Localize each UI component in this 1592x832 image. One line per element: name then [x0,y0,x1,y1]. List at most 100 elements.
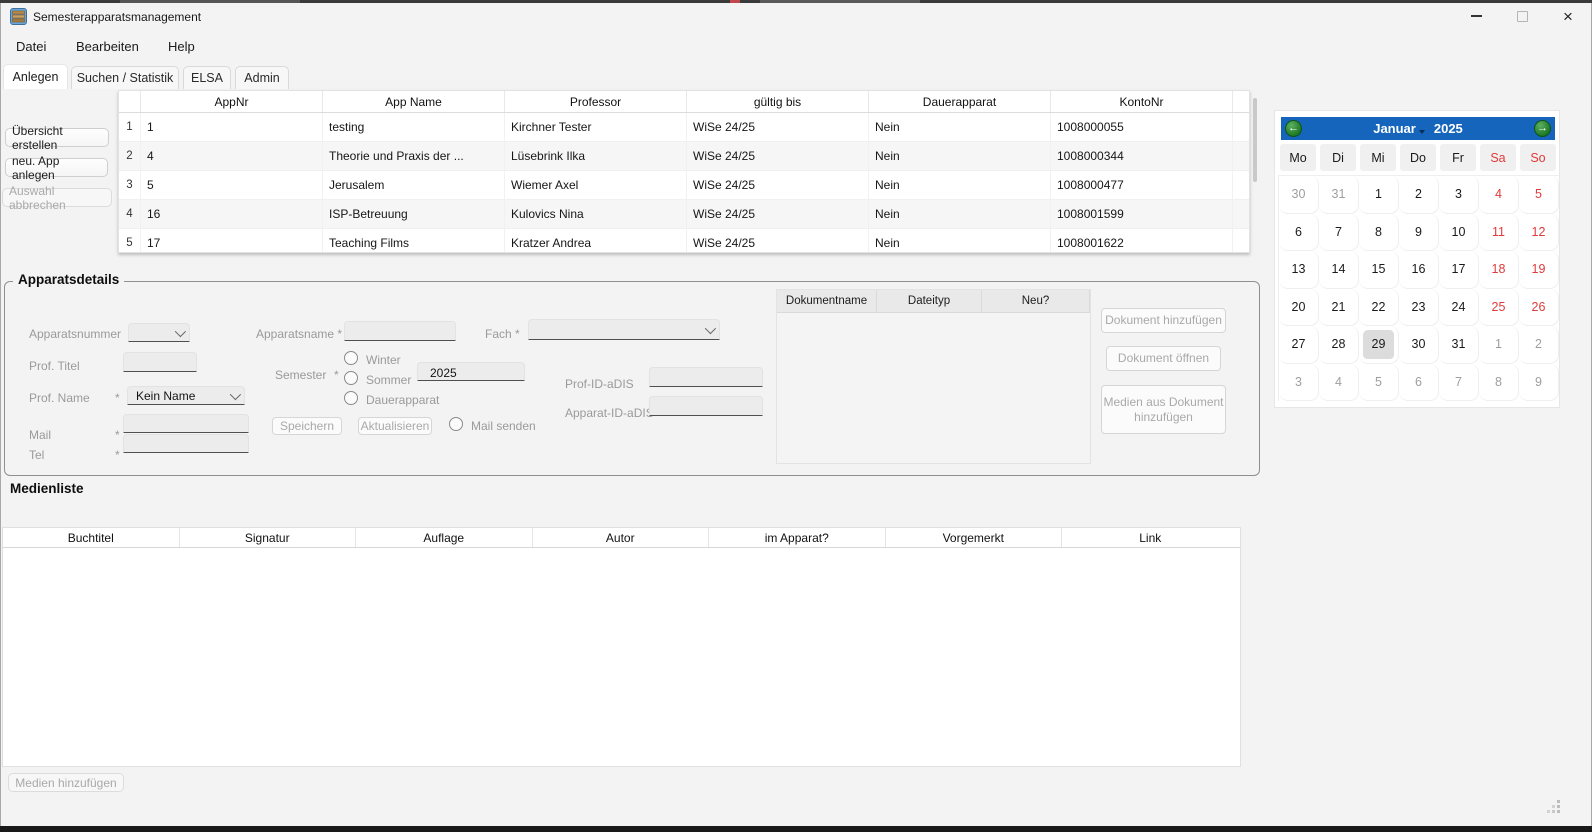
calendar-date[interactable]: 25 [1479,289,1519,327]
medien-aus-dokument-button[interactable]: Medien aus Dokument hinzufügen [1101,385,1226,434]
calendar-date[interactable]: 7 [1319,214,1359,252]
calendar-date[interactable]: 15 [1359,251,1399,289]
calendar-date[interactable]: 18 [1479,251,1519,289]
tab-anlegen[interactable]: Anlegen [3,64,68,89]
doc-column-header-neu[interactable]: Neu? [982,290,1090,313]
medien-column-header-link[interactable]: Link [1062,528,1239,547]
tab-admin[interactable]: Admin [235,66,289,89]
calendar-date[interactable]: 1 [1479,326,1519,364]
uebersicht-erstellen-button[interactable]: Übersicht erstellen [5,128,109,147]
calendar-date[interactable]: 23 [1399,289,1439,327]
table-row[interactable]: 11testingKirchner TesterWiSe 24/25Nein10… [119,113,1249,142]
calendar-date[interactable]: 10 [1439,214,1479,252]
speichern-button[interactable]: Speichern [272,417,342,435]
calendar-date[interactable]: 2 [1519,326,1559,364]
column-header-gültig-bis[interactable]: gültig bis [687,91,869,112]
calendar-date[interactable]: 27 [1279,326,1319,364]
calendar-date[interactable]: 30 [1279,176,1319,214]
calendar-date[interactable]: 6 [1399,364,1439,402]
calendar-date[interactable]: 12 [1519,214,1559,252]
calendar-date[interactable]: 26 [1519,289,1559,327]
mail-field[interactable] [123,414,249,433]
column-header-kontonr[interactable]: KontoNr [1051,91,1233,112]
table-row[interactable]: 517Teaching FilmsKratzer AndreaWiSe 24/2… [119,229,1249,253]
medien-hinzufuegen-button[interactable]: Medien hinzufügen [8,773,124,792]
table-row[interactable]: 416ISP-BetreuungKulovics NinaWiSe 24/25N… [119,200,1249,229]
calendar-date[interactable]: 9 [1519,364,1559,402]
calendar-date[interactable]: 31 [1439,326,1479,364]
calendar-date[interactable]: 3 [1439,176,1479,214]
tel-field[interactable] [123,434,249,453]
calendar-date[interactable]: 20 [1279,289,1319,327]
calendar-date[interactable]: 1 [1359,176,1399,214]
calendar-date[interactable]: 30 [1399,326,1439,364]
maximize-button[interactable] [1500,2,1544,30]
calendar-date[interactable]: 28 [1319,326,1359,364]
tab-elsa[interactable]: ELSA [183,66,231,89]
calendar-date[interactable]: 13 [1279,251,1319,289]
apparat-id-adis-field[interactable] [649,396,763,416]
medien-column-header-im-apparat[interactable]: im Apparat? [709,528,886,547]
calendar-date[interactable]: 21 [1319,289,1359,327]
calendar-date[interactable]: 3 [1279,364,1319,402]
column-header-professor[interactable]: Professor [505,91,687,112]
fach-dropdown[interactable] [528,319,720,340]
medien-column-header-auflage[interactable]: Auflage [356,528,533,547]
calendar-date[interactable]: 5 [1359,364,1399,402]
winter-radio[interactable] [344,351,358,365]
jahr-field[interactable]: 2025 [417,362,525,381]
column-header-appnr[interactable]: AppNr [141,91,323,112]
table-row[interactable]: 24Theorie und Praxis der ...Lüsebrink Il… [119,142,1249,171]
minimize-button[interactable] [1454,2,1498,30]
prof-name-dropdown[interactable]: Kein Name [127,386,245,405]
calendar-date[interactable]: 4 [1479,176,1519,214]
dokument-oeffnen-button[interactable]: Dokument öffnen [1106,346,1221,371]
menu-help[interactable]: Help [168,39,195,54]
calendar-date[interactable]: 17 [1439,251,1479,289]
menu-datei[interactable]: Datei [16,39,46,54]
doc-column-header-dateityp[interactable]: Dateityp [877,290,982,313]
dokument-hinzufuegen-button[interactable]: Dokument hinzufügen [1101,308,1226,333]
mail-senden-checkbox[interactable] [449,417,463,431]
column-header-dauerapparat[interactable]: Dauerapparat [869,91,1051,112]
apparatsname-field[interactable] [344,321,456,341]
calendar-date[interactable]: 9 [1399,214,1439,252]
calendar-date[interactable]: 24 [1439,289,1479,327]
calendar-date[interactable]: 29 [1359,326,1399,364]
resize-grip[interactable] [1546,799,1561,814]
medien-column-header-buchtitel[interactable]: Buchtitel [3,528,180,547]
auswahl-abbrechen-button[interactable]: Auswahl abbrechen [2,188,112,207]
tab-suchen-statistik[interactable]: Suchen / Statistik [71,66,179,89]
menu-bearbeiten[interactable]: Bearbeiten [76,39,139,54]
close-button[interactable]: × [1546,2,1590,30]
calendar-date[interactable]: 14 [1319,251,1359,289]
calendar-date[interactable]: 6 [1279,214,1319,252]
calendar-date[interactable]: 5 [1519,176,1559,214]
prof-id-adis-field[interactable] [649,367,763,387]
calendar-date[interactable]: 7 [1439,364,1479,402]
aktualisieren-button[interactable]: Aktualisieren [358,417,432,435]
medien-column-header-vorgemerkt[interactable]: Vorgemerkt [886,528,1063,547]
calendar-date[interactable]: 2 [1399,176,1439,214]
calendar-next-button[interactable]: → [1534,120,1551,137]
calendar-date[interactable]: 31 [1319,176,1359,214]
calendar-date[interactable]: 19 [1519,251,1559,289]
doc-column-header-dokumentname[interactable]: Dokumentname [777,290,877,313]
column-header-app-name[interactable]: App Name [323,91,505,112]
table-row[interactable]: 35JerusalemWiemer AxelWiSe 24/25Nein1008… [119,171,1249,200]
apps-table-scrollbar[interactable] [1253,98,1257,182]
calendar-date[interactable]: 22 [1359,289,1399,327]
medien-column-header-signatur[interactable]: Signatur [180,528,357,547]
calendar-date[interactable]: 8 [1479,364,1519,402]
medien-column-header-autor[interactable]: Autor [533,528,710,547]
calendar-date[interactable]: 4 [1319,364,1359,402]
apparatsnummer-dropdown[interactable] [128,323,190,342]
neu-app-anlegen-button[interactable]: neu. App anlegen [5,158,108,177]
calendar-date[interactable]: 8 [1359,214,1399,252]
calendar-date[interactable]: 11 [1479,214,1519,252]
dauerapparat-radio[interactable] [344,391,358,405]
calendar-prev-button[interactable]: ← [1285,120,1302,137]
calendar-month-year[interactable]: Januar 2025 [1373,121,1463,136]
sommer-radio[interactable] [344,371,358,385]
calendar-date[interactable]: 16 [1399,251,1439,289]
